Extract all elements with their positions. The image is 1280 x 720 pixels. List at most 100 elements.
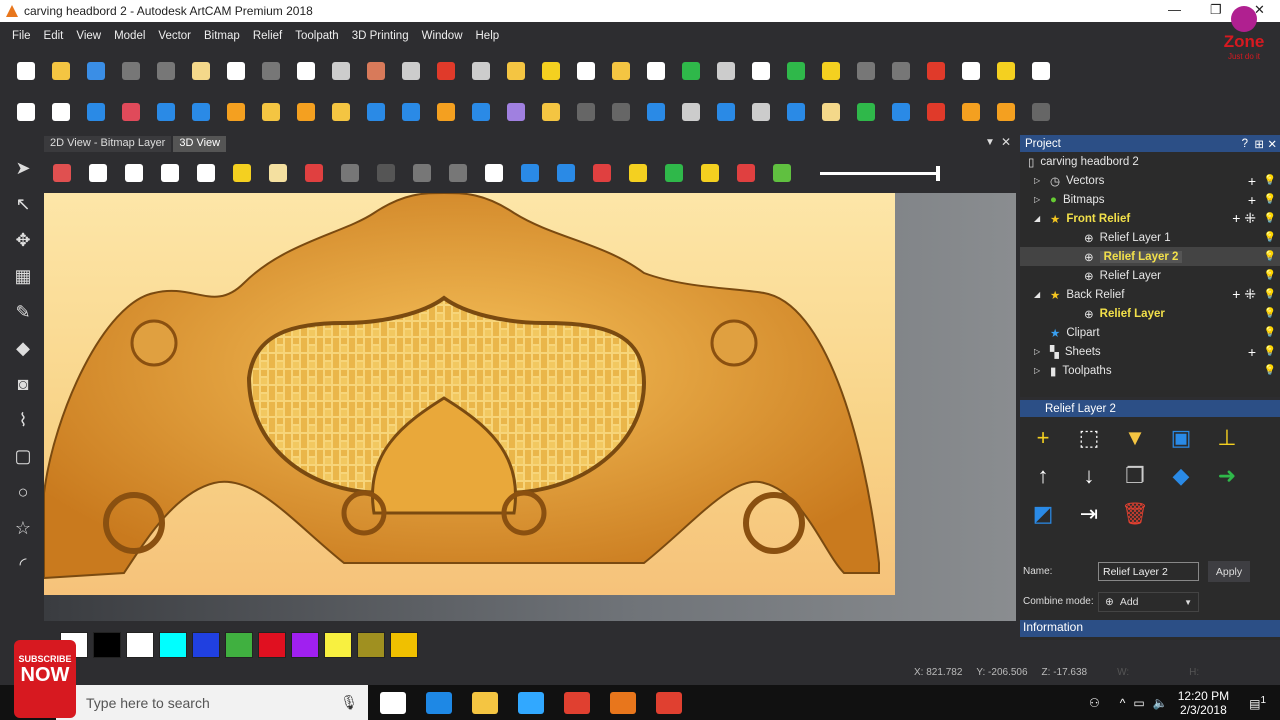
menu-view[interactable]: View [76,30,101,42]
layer-grey2-icon[interactable] [446,161,470,185]
color-swatch[interactable] [390,632,418,658]
edit-layer-icon[interactable]: ◩ [1030,501,1056,527]
sheet-icon[interactable] [784,100,808,124]
star-zoom-icon[interactable] [698,161,722,185]
information-section[interactable]: Information [1020,620,1280,637]
zoom-fit-icon[interactable] [194,161,218,185]
tab-3d-view[interactable]: 3D View [173,136,227,152]
vector-icon[interactable] [889,59,913,83]
text-icon[interactable]: ◙ [12,373,34,395]
volume-icon[interactable]: 🔈 [1153,696,1168,710]
select-region-icon[interactable]: ⬚ [1076,425,1102,451]
target-icon[interactable] [924,100,948,124]
move-up-icon[interactable]: ↑ [1030,463,1056,489]
relief-blue-icon[interactable] [84,100,108,124]
select-arrow-icon[interactable]: ➤ [12,157,34,179]
table-icon[interactable] [784,59,808,83]
plane-icon[interactable] [364,100,388,124]
network-icon[interactable]: ▭ [1133,696,1144,710]
visibility-bulb-icon[interactable]: 💡 [1264,346,1276,357]
cylinder-icon[interactable] [374,161,398,185]
combine-mode-select[interactable]: ⊕ Add ▼ [1098,592,1199,612]
dots-icon[interactable] [609,100,633,124]
menu-relief[interactable]: Relief [253,30,282,42]
side-view-icon[interactable] [158,161,182,185]
menu-toolpath[interactable]: Toolpath [295,30,338,42]
chrome2-icon[interactable] [656,691,682,714]
stack-icon[interactable] [679,100,703,124]
paste-icon[interactable] [189,59,213,83]
tree-item[interactable]: ◢ ★ Back Relief + ⁜ 💡 [1020,285,1280,304]
tabs-close-icon[interactable]: ✕ [1001,135,1011,149]
pin-icon[interactable]: ⊞ [1254,137,1264,151]
nodes-icon[interactable] [924,59,948,83]
red-layer-icon[interactable] [590,161,614,185]
tree-item[interactable]: ▯ carving headbord 2 [1020,152,1280,171]
visibility-bulb-icon[interactable]: 💡 [1264,175,1276,186]
tree-item[interactable]: ⊕ Relief Layer 💡 [1020,304,1280,323]
tree-item[interactable]: ▷ ▮ Toolpaths 💡 [1020,361,1280,380]
visibility-bulb-icon[interactable]: 💡 [1264,327,1276,338]
weave-pattern-icon[interactable] [224,100,248,124]
plane-view-icon[interactable] [266,161,290,185]
light-icon[interactable] [230,161,254,185]
notifications-icon[interactable]: ▤1 [1249,695,1266,711]
tab-2d-view[interactable]: 2D View - Bitmap Layer [44,136,172,152]
expander-icon[interactable]: ▷ [1034,176,1050,185]
color-swatch[interactable] [291,632,319,658]
yellow-layer-icon[interactable] [626,161,650,185]
tray-chevron-icon[interactable]: ^ [1120,696,1126,710]
panel-close-icon[interactable]: ✕ [1267,137,1277,151]
tree-item[interactable]: ★ Clipart 💡 [1020,323,1280,342]
expander-icon[interactable]: ▷ [1034,347,1050,356]
texture-icon[interactable] [434,100,458,124]
bitmap-icon[interactable] [364,59,388,83]
color-swatch[interactable] [324,632,352,658]
redo-icon[interactable] [259,59,283,83]
visibility-bulb-icon[interactable]: 💡 [1264,251,1276,262]
task-view-icon[interactable] [380,691,406,714]
apply-button[interactable]: Apply [1208,561,1250,582]
add-icon[interactable]: + [1248,192,1256,208]
curve-icon[interactable] [609,59,633,83]
cut-icon[interactable] [119,59,143,83]
zoom-icon[interactable] [14,100,38,124]
menu-file[interactable]: File [12,30,31,42]
menu-model[interactable]: Model [114,30,145,42]
shape-icon[interactable] [714,59,738,83]
axes-icon[interactable] [302,161,326,185]
add-green-icon[interactable] [854,100,878,124]
visibility-bulb-icon[interactable]: 💡 [1264,213,1276,224]
flatten-icon[interactable]: ⊥ [1214,425,1240,451]
weave-icon[interactable] [679,59,703,83]
circle-icon[interactable]: ○ [12,481,34,503]
expander-icon[interactable]: ▷ [1034,366,1050,375]
gear-icon[interactable] [49,100,73,124]
wave-icon[interactable] [994,59,1018,83]
pot-icon[interactable] [889,100,913,124]
clock[interactable]: 12:20 PM 2/3/2018 [1178,689,1229,717]
extrude-icon[interactable] [154,100,178,124]
tabs-dropdown-icon[interactable]: ▼ [985,137,995,148]
tree-item[interactable]: ⊕ Relief Layer 1 💡 [1020,228,1280,247]
disabled2-icon[interactable] [1029,100,1053,124]
delete-icon[interactable]: 🗑 [1121,501,1149,527]
layers-icon[interactable] [504,100,528,124]
front-view-icon[interactable] [122,161,146,185]
layout-icon[interactable] [749,59,773,83]
rainbow-layers-icon[interactable] [770,161,794,185]
menu-3d-printing[interactable]: 3D Printing [352,30,409,42]
arrow-icon[interactable] [539,59,563,83]
color-swatch[interactable] [192,632,220,658]
grid-tool-icon[interactable]: ▦ [12,265,34,287]
edge-icon[interactable] [426,691,452,714]
snap-icon[interactable] [469,59,493,83]
shape-editor-icon[interactable] [259,100,283,124]
slice-icon[interactable] [644,100,668,124]
people-icon[interactable]: ⚇ [1089,696,1100,710]
copy-layer-icon[interactable]: ❐ [1122,463,1148,489]
tree-item[interactable]: ◢ ★ Front Relief + ⁜ 💡 [1020,209,1280,228]
flower-icon[interactable] [959,59,983,83]
microphone-icon[interactable]: 🎙 [340,694,358,711]
color-swatch[interactable] [225,632,253,658]
